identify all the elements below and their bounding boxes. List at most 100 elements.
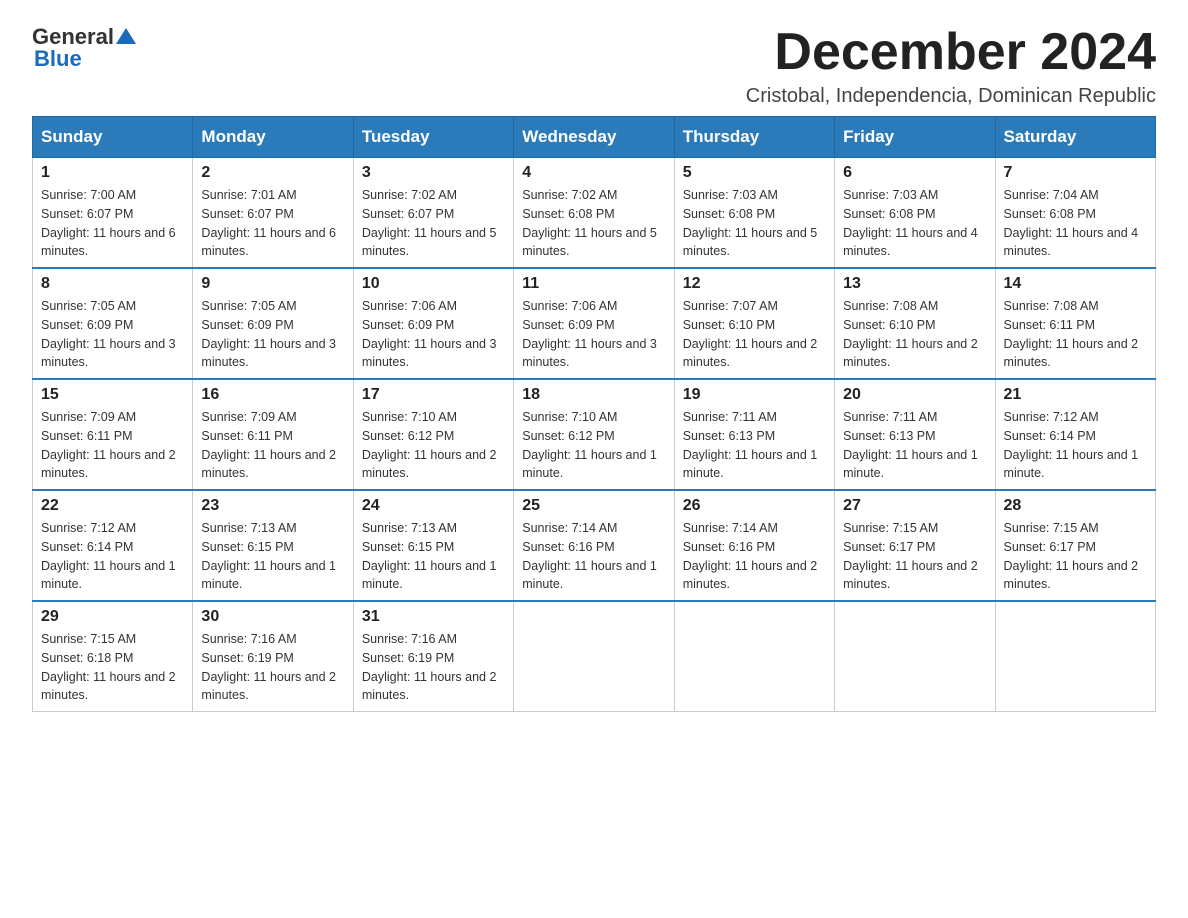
day-number: 29 xyxy=(41,608,184,626)
day-number: 28 xyxy=(1004,497,1147,515)
calendar-cell: 19 Sunrise: 7:11 AMSunset: 6:13 PMDaylig… xyxy=(674,379,834,490)
day-info: Sunrise: 7:01 AMSunset: 6:07 PMDaylight:… xyxy=(201,186,344,261)
calendar-cell: 31 Sunrise: 7:16 AMSunset: 6:19 PMDaylig… xyxy=(353,601,513,712)
logo-blue: Blue xyxy=(34,46,82,72)
day-number: 3 xyxy=(362,164,505,182)
day-number: 8 xyxy=(41,275,184,293)
calendar-cell: 15 Sunrise: 7:09 AMSunset: 6:11 PMDaylig… xyxy=(33,379,193,490)
location-subtitle: Cristobal, Independencia, Dominican Repu… xyxy=(746,85,1156,108)
day-info: Sunrise: 7:00 AMSunset: 6:07 PMDaylight:… xyxy=(41,186,184,261)
day-number: 26 xyxy=(683,497,826,515)
calendar-week-row: 8 Sunrise: 7:05 AMSunset: 6:09 PMDayligh… xyxy=(33,268,1156,379)
calendar-cell: 9 Sunrise: 7:05 AMSunset: 6:09 PMDayligh… xyxy=(193,268,353,379)
calendar-cell: 21 Sunrise: 7:12 AMSunset: 6:14 PMDaylig… xyxy=(995,379,1155,490)
calendar-cell: 13 Sunrise: 7:08 AMSunset: 6:10 PMDaylig… xyxy=(835,268,995,379)
day-info: Sunrise: 7:09 AMSunset: 6:11 PMDaylight:… xyxy=(41,408,184,483)
calendar-cell: 24 Sunrise: 7:13 AMSunset: 6:15 PMDaylig… xyxy=(353,490,513,601)
day-number: 9 xyxy=(201,275,344,293)
calendar-cell: 27 Sunrise: 7:15 AMSunset: 6:17 PMDaylig… xyxy=(835,490,995,601)
calendar-week-row: 15 Sunrise: 7:09 AMSunset: 6:11 PMDaylig… xyxy=(33,379,1156,490)
logo-triangle-icon xyxy=(116,28,136,44)
calendar-cell xyxy=(835,601,995,712)
day-info: Sunrise: 7:03 AMSunset: 6:08 PMDaylight:… xyxy=(843,186,986,261)
day-number: 6 xyxy=(843,164,986,182)
day-number: 21 xyxy=(1004,386,1147,404)
calendar-cell: 11 Sunrise: 7:06 AMSunset: 6:09 PMDaylig… xyxy=(514,268,674,379)
calendar-cell: 4 Sunrise: 7:02 AMSunset: 6:08 PMDayligh… xyxy=(514,158,674,269)
day-info: Sunrise: 7:02 AMSunset: 6:08 PMDaylight:… xyxy=(522,186,665,261)
day-info: Sunrise: 7:10 AMSunset: 6:12 PMDaylight:… xyxy=(362,408,505,483)
day-number: 14 xyxy=(1004,275,1147,293)
day-number: 30 xyxy=(201,608,344,626)
day-info: Sunrise: 7:15 AMSunset: 6:17 PMDaylight:… xyxy=(1004,519,1147,594)
calendar-cell: 29 Sunrise: 7:15 AMSunset: 6:18 PMDaylig… xyxy=(33,601,193,712)
calendar-cell: 30 Sunrise: 7:16 AMSunset: 6:19 PMDaylig… xyxy=(193,601,353,712)
month-title: December 2024 xyxy=(746,24,1156,81)
calendar-cell: 28 Sunrise: 7:15 AMSunset: 6:17 PMDaylig… xyxy=(995,490,1155,601)
calendar-cell: 6 Sunrise: 7:03 AMSunset: 6:08 PMDayligh… xyxy=(835,158,995,269)
calendar-cell xyxy=(514,601,674,712)
calendar-cell: 26 Sunrise: 7:14 AMSunset: 6:16 PMDaylig… xyxy=(674,490,834,601)
day-number: 16 xyxy=(201,386,344,404)
day-info: Sunrise: 7:08 AMSunset: 6:11 PMDaylight:… xyxy=(1004,297,1147,372)
calendar-cell: 18 Sunrise: 7:10 AMSunset: 6:12 PMDaylig… xyxy=(514,379,674,490)
day-info: Sunrise: 7:12 AMSunset: 6:14 PMDaylight:… xyxy=(1004,408,1147,483)
day-info: Sunrise: 7:11 AMSunset: 6:13 PMDaylight:… xyxy=(843,408,986,483)
day-number: 2 xyxy=(201,164,344,182)
calendar-week-row: 29 Sunrise: 7:15 AMSunset: 6:18 PMDaylig… xyxy=(33,601,1156,712)
calendar-cell: 10 Sunrise: 7:06 AMSunset: 6:09 PMDaylig… xyxy=(353,268,513,379)
calendar-cell: 14 Sunrise: 7:08 AMSunset: 6:11 PMDaylig… xyxy=(995,268,1155,379)
day-header-saturday: Saturday xyxy=(995,117,1155,158)
title-area: December 2024 Cristobal, Independencia, … xyxy=(746,24,1156,108)
day-header-wednesday: Wednesday xyxy=(514,117,674,158)
calendar-cell: 2 Sunrise: 7:01 AMSunset: 6:07 PMDayligh… xyxy=(193,158,353,269)
day-info: Sunrise: 7:04 AMSunset: 6:08 PMDaylight:… xyxy=(1004,186,1147,261)
day-info: Sunrise: 7:15 AMSunset: 6:18 PMDaylight:… xyxy=(41,630,184,705)
day-header-friday: Friday xyxy=(835,117,995,158)
day-number: 12 xyxy=(683,275,826,293)
calendar-cell: 12 Sunrise: 7:07 AMSunset: 6:10 PMDaylig… xyxy=(674,268,834,379)
day-number: 22 xyxy=(41,497,184,515)
day-number: 11 xyxy=(522,275,665,293)
calendar-cell: 8 Sunrise: 7:05 AMSunset: 6:09 PMDayligh… xyxy=(33,268,193,379)
day-info: Sunrise: 7:05 AMSunset: 6:09 PMDaylight:… xyxy=(41,297,184,372)
calendar-cell: 1 Sunrise: 7:00 AMSunset: 6:07 PMDayligh… xyxy=(33,158,193,269)
day-info: Sunrise: 7:03 AMSunset: 6:08 PMDaylight:… xyxy=(683,186,826,261)
calendar-cell xyxy=(995,601,1155,712)
calendar-cell: 5 Sunrise: 7:03 AMSunset: 6:08 PMDayligh… xyxy=(674,158,834,269)
day-info: Sunrise: 7:06 AMSunset: 6:09 PMDaylight:… xyxy=(362,297,505,372)
day-info: Sunrise: 7:12 AMSunset: 6:14 PMDaylight:… xyxy=(41,519,184,594)
day-info: Sunrise: 7:09 AMSunset: 6:11 PMDaylight:… xyxy=(201,408,344,483)
day-number: 24 xyxy=(362,497,505,515)
day-info: Sunrise: 7:14 AMSunset: 6:16 PMDaylight:… xyxy=(683,519,826,594)
day-info: Sunrise: 7:13 AMSunset: 6:15 PMDaylight:… xyxy=(362,519,505,594)
calendar-cell xyxy=(674,601,834,712)
day-info: Sunrise: 7:16 AMSunset: 6:19 PMDaylight:… xyxy=(201,630,344,705)
day-info: Sunrise: 7:05 AMSunset: 6:09 PMDaylight:… xyxy=(201,297,344,372)
day-info: Sunrise: 7:16 AMSunset: 6:19 PMDaylight:… xyxy=(362,630,505,705)
day-number: 15 xyxy=(41,386,184,404)
calendar-cell: 20 Sunrise: 7:11 AMSunset: 6:13 PMDaylig… xyxy=(835,379,995,490)
calendar-cell: 25 Sunrise: 7:14 AMSunset: 6:16 PMDaylig… xyxy=(514,490,674,601)
day-number: 25 xyxy=(522,497,665,515)
day-info: Sunrise: 7:08 AMSunset: 6:10 PMDaylight:… xyxy=(843,297,986,372)
header: General Blue December 2024 Cristobal, In… xyxy=(32,24,1156,108)
calendar-cell: 3 Sunrise: 7:02 AMSunset: 6:07 PMDayligh… xyxy=(353,158,513,269)
day-info: Sunrise: 7:11 AMSunset: 6:13 PMDaylight:… xyxy=(683,408,826,483)
day-info: Sunrise: 7:10 AMSunset: 6:12 PMDaylight:… xyxy=(522,408,665,483)
day-number: 20 xyxy=(843,386,986,404)
day-number: 23 xyxy=(201,497,344,515)
calendar-table: SundayMondayTuesdayWednesdayThursdayFrid… xyxy=(32,116,1156,712)
day-number: 13 xyxy=(843,275,986,293)
calendar-cell: 16 Sunrise: 7:09 AMSunset: 6:11 PMDaylig… xyxy=(193,379,353,490)
calendar-header-row: SundayMondayTuesdayWednesdayThursdayFrid… xyxy=(33,117,1156,158)
day-number: 1 xyxy=(41,164,184,182)
day-number: 18 xyxy=(522,386,665,404)
day-number: 31 xyxy=(362,608,505,626)
day-number: 19 xyxy=(683,386,826,404)
day-number: 5 xyxy=(683,164,826,182)
day-header-tuesday: Tuesday xyxy=(353,117,513,158)
calendar-cell: 23 Sunrise: 7:13 AMSunset: 6:15 PMDaylig… xyxy=(193,490,353,601)
day-number: 7 xyxy=(1004,164,1147,182)
day-info: Sunrise: 7:06 AMSunset: 6:09 PMDaylight:… xyxy=(522,297,665,372)
